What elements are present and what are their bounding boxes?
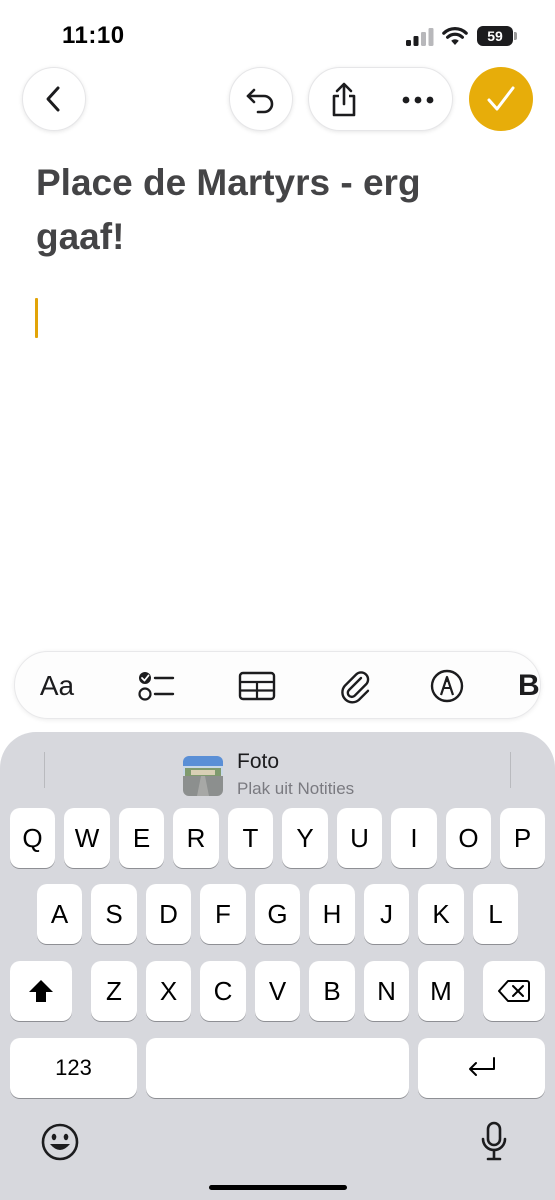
key-k[interactable]: K xyxy=(418,884,464,944)
key-u[interactable]: U xyxy=(337,808,382,868)
back-button[interactable] xyxy=(22,67,86,131)
delete-icon xyxy=(498,980,530,1002)
done-button[interactable] xyxy=(469,67,533,131)
suggestion-divider xyxy=(44,752,45,788)
share-more-group xyxy=(308,67,453,131)
ellipsis-icon xyxy=(402,96,434,104)
table-button[interactable] xyxy=(235,666,279,706)
battery-cap xyxy=(514,32,517,40)
microphone-icon xyxy=(481,1121,507,1161)
key-g[interactable]: G xyxy=(255,884,300,944)
shift-key[interactable] xyxy=(10,961,72,1021)
undo-button[interactable] xyxy=(229,67,293,131)
emoji-icon xyxy=(41,1123,79,1161)
key-p[interactable]: P xyxy=(500,808,545,868)
text-style-button[interactable]: Aa xyxy=(35,666,79,706)
more-format-button[interactable]: B xyxy=(518,666,540,706)
paste-photo-suggestion[interactable]: Foto Plak uit Notities xyxy=(180,742,420,802)
key-j[interactable]: J xyxy=(364,884,409,944)
cellular-signal-icon xyxy=(406,28,434,46)
space-key[interactable] xyxy=(146,1038,409,1098)
return-icon xyxy=(468,1057,495,1076)
key-n[interactable]: N xyxy=(364,961,409,1021)
key-l[interactable]: L xyxy=(473,884,518,944)
status-bar: 11:10 59 xyxy=(0,0,555,64)
key-z[interactable]: Z xyxy=(91,961,137,1021)
key-x[interactable]: X xyxy=(146,961,191,1021)
emoji-button[interactable] xyxy=(40,1122,80,1162)
undo-icon xyxy=(246,88,274,114)
table-icon xyxy=(238,671,276,701)
key-d[interactable]: D xyxy=(146,884,191,944)
key-e[interactable]: E xyxy=(119,808,164,868)
key-t[interactable]: T xyxy=(228,808,273,868)
checklist-button[interactable] xyxy=(135,666,179,706)
suggestion-title: Foto xyxy=(237,750,280,773)
delete-key[interactable] xyxy=(483,961,545,1021)
key-q[interactable]: Q xyxy=(10,808,55,868)
photo-thumbnail xyxy=(183,756,223,796)
text-cursor xyxy=(35,298,38,338)
key-r[interactable]: R xyxy=(173,808,219,868)
dictation-button[interactable] xyxy=(474,1121,514,1162)
markup-icon xyxy=(430,669,464,703)
shift-icon xyxy=(29,980,53,1002)
key-y[interactable]: Y xyxy=(282,808,328,868)
home-indicator xyxy=(209,1185,347,1190)
format-toolbar: Aa B xyxy=(14,651,541,719)
status-time: 11:10 xyxy=(62,22,125,49)
return-key[interactable] xyxy=(418,1038,545,1098)
battery-level: 59 xyxy=(477,26,513,46)
key-o[interactable]: O xyxy=(446,808,491,868)
key-w[interactable]: W xyxy=(64,808,110,868)
key-c[interactable]: C xyxy=(200,961,246,1021)
share-icon xyxy=(332,82,356,117)
key-i[interactable]: I xyxy=(391,808,437,868)
key-a[interactable]: A xyxy=(37,884,82,944)
key-h[interactable]: H xyxy=(309,884,355,944)
key-s[interactable]: S xyxy=(91,884,137,944)
key-m[interactable]: M xyxy=(418,961,464,1021)
note-title[interactable]: Place de Martyrs - erg gaaf! xyxy=(36,156,506,264)
checklist-icon xyxy=(138,672,175,701)
markup-button[interactable] xyxy=(425,666,469,706)
wifi-icon xyxy=(442,27,468,45)
battery-indicator: 59 xyxy=(477,26,517,46)
key-b[interactable]: B xyxy=(309,961,355,1021)
suggestion-divider xyxy=(510,752,511,788)
attachment-button[interactable] xyxy=(333,666,377,706)
chevron-left-icon xyxy=(46,86,60,112)
suggestion-subtitle: Plak uit Notities xyxy=(237,779,355,798)
more-button[interactable] xyxy=(383,68,453,132)
keyboard: Foto Plak uit Notities Q W E R T Y U I O… xyxy=(0,732,555,1200)
checkmark-icon xyxy=(487,86,515,111)
key-v[interactable]: V xyxy=(255,961,300,1021)
share-button[interactable] xyxy=(309,68,379,132)
key-f[interactable]: F xyxy=(200,884,246,944)
attachment-icon xyxy=(341,671,370,704)
numbers-key[interactable]: 123 xyxy=(10,1038,137,1098)
